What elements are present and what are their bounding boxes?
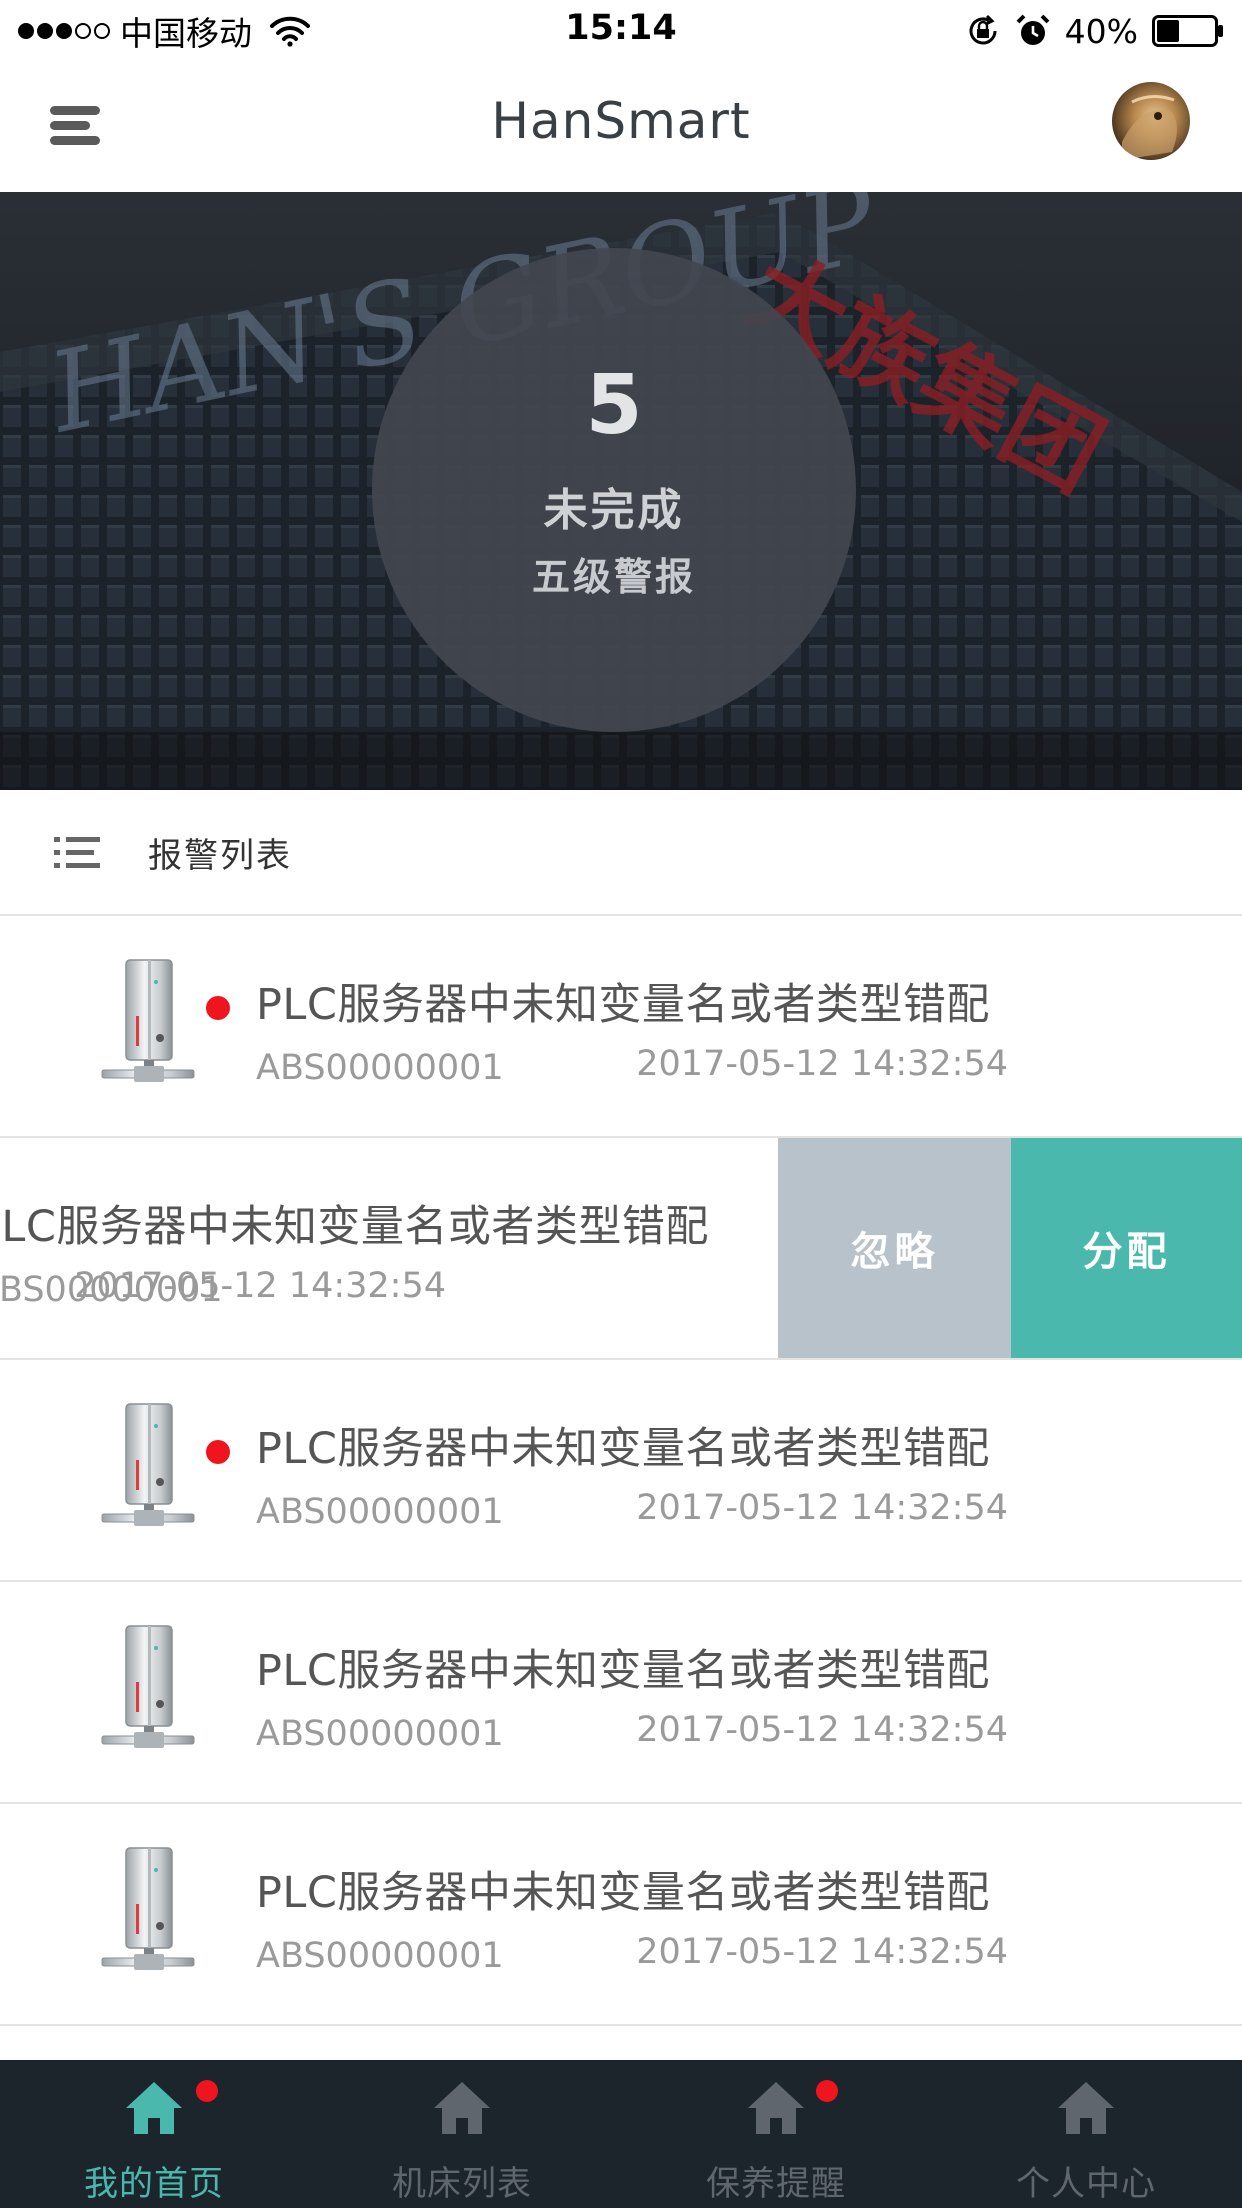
- alarm-time: 2017-05-12 14:32:54: [636, 1932, 1008, 1972]
- list-item[interactable]: PLC服务器中未知变量名或者类型错配 ABS00000001 2017-05-1…: [0, 1804, 1242, 2026]
- unread-indicator: [206, 1440, 230, 1464]
- tab-maintenance-reminder[interactable]: 保养提醒: [684, 2060, 868, 2208]
- battery-icon: [1152, 15, 1223, 47]
- home-icon: [1058, 2082, 1114, 2134]
- unread-indicator: [206, 996, 230, 1020]
- alarm-code: ABS00000001: [256, 1492, 504, 1532]
- alarm-time: 2017-05-12 14:32:54: [636, 1488, 1008, 1528]
- assign-button[interactable]: 分配: [1011, 1138, 1242, 1358]
- alarm-time: 2017-05-12 14:32:54: [74, 1266, 446, 1306]
- tab-bar: 我的首页 机床列表 保养提醒 个人中心: [0, 2060, 1242, 2208]
- plc-server-icon: [100, 1622, 196, 1756]
- home-icon: [434, 2082, 490, 2134]
- list-item[interactable]: PLC服务器中未知变量名或者类型错配 ABS00000001 2017-05-1…: [0, 916, 1242, 1138]
- alarm-count: 5: [585, 358, 643, 453]
- alarm-title: PLC服务器中未知变量名或者类型错配: [256, 1868, 990, 1918]
- avatar[interactable]: [1112, 82, 1190, 160]
- plc-server-icon: [100, 1844, 196, 1978]
- alarm-level: 五级警报: [531, 555, 696, 599]
- alarm-title: PLC服务器中未知变量名或者类型错配: [256, 1424, 990, 1474]
- tab-label: 个人中心: [1016, 2164, 1156, 2204]
- alarm-title: PLC服务器中未知变量名或者类型错配: [256, 1646, 990, 1696]
- alarm-title: PLC服务器中未知变量名或者类型错配: [256, 980, 990, 1030]
- status-bar: 中国移动 15:14 40%: [0, 0, 1242, 62]
- list-item[interactable]: PLC服务器中未知变量名或者类型错配 ABS00000001 2017-05-1…: [0, 1138, 1242, 1360]
- alarm-code: ABS00000001: [256, 1714, 504, 1754]
- alarm-status: 未完成: [543, 485, 685, 536]
- tab-label: 保养提醒: [706, 2164, 846, 2204]
- alarm-title: PLC服务器中未知变量名或者类型错配: [0, 1202, 709, 1252]
- rotation-lock-icon: [969, 14, 997, 45]
- home-icon: [748, 2082, 804, 2134]
- tab-machine-list[interactable]: 机床列表: [370, 2060, 554, 2208]
- list-item[interactable]: PLC服务器中未知变量名或者类型错配 ABS00000001 2017-05-1…: [0, 1582, 1242, 1804]
- plc-server-icon: [100, 956, 196, 1090]
- alarm-code: ABS00000001: [256, 1936, 504, 1976]
- alarm-list-title: 报警列表: [148, 836, 292, 876]
- badge-dot: [816, 2080, 838, 2102]
- alarm-time: 2017-05-12 14:32:54: [636, 1710, 1008, 1750]
- tab-home[interactable]: 我的首页: [62, 2060, 246, 2208]
- tab-label: 我的首页: [84, 2164, 224, 2204]
- battery-percentage: 40%: [1064, 11, 1138, 51]
- alarm-time: 2017-05-12 14:32:54: [636, 1044, 1008, 1084]
- alarm-summary-circle[interactable]: 5 未完成 五级警报: [372, 248, 856, 732]
- tab-label: 机床列表: [392, 2164, 532, 2204]
- alarm-code: ABS00000001: [256, 1048, 504, 1088]
- list-item[interactable]: PLC服务器中未知变量名或者类型错配 ABS00000001 2017-05-1…: [0, 1360, 1242, 1582]
- alarm-list-header: 报警列表: [0, 790, 1242, 916]
- list-icon: [54, 837, 100, 868]
- tab-personal-center[interactable]: 个人中心: [994, 2060, 1178, 2208]
- navigation-bar: HanSmart: [0, 62, 1242, 192]
- home-icon: [126, 2082, 182, 2134]
- page-title: HanSmart: [491, 92, 751, 150]
- alarm-clock-icon: [1016, 14, 1050, 45]
- plc-server-icon: [100, 1400, 196, 1534]
- badge-dot: [196, 2080, 218, 2102]
- ignore-button[interactable]: 忽略: [778, 1138, 1011, 1358]
- hero-banner: HAN'S GROUP 大族集团 5 未完成 五级警报: [0, 192, 1242, 790]
